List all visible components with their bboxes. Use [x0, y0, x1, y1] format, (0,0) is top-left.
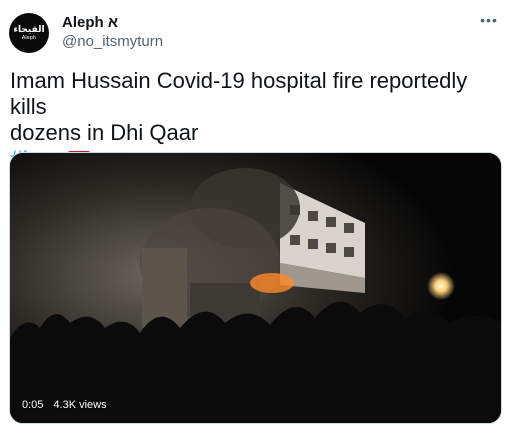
tweet-text-line: Imam Hussain Covid-19 hospital fire repo…	[10, 68, 468, 119]
video-info: 0:05 4.3K views	[22, 399, 107, 411]
avatar-subtext: Aleph	[21, 34, 37, 41]
tweet-text-line: dozens in Dhi Qaar	[10, 120, 199, 145]
more-options-icon[interactable]: •••	[479, 10, 499, 30]
author-display-name[interactable]: Aleph א	[62, 14, 118, 31]
avatar[interactable]: الفيحاء Aleph	[9, 13, 49, 53]
avatar-text: الفيحاء	[13, 24, 45, 35]
video-frame	[10, 153, 501, 423]
video-duration: 0:05	[22, 399, 44, 411]
tweet-card: الفيحاء Aleph Aleph א @no_itsmyturn ••• …	[0, 0, 509, 445]
video-player[interactable]: 0:05 4.3K views	[9, 152, 502, 424]
author-handle[interactable]: @no_itsmyturn	[62, 33, 163, 50]
video-views: 4.3K views	[53, 399, 107, 411]
avatar-logo: الفيحاء Aleph	[13, 24, 45, 41]
